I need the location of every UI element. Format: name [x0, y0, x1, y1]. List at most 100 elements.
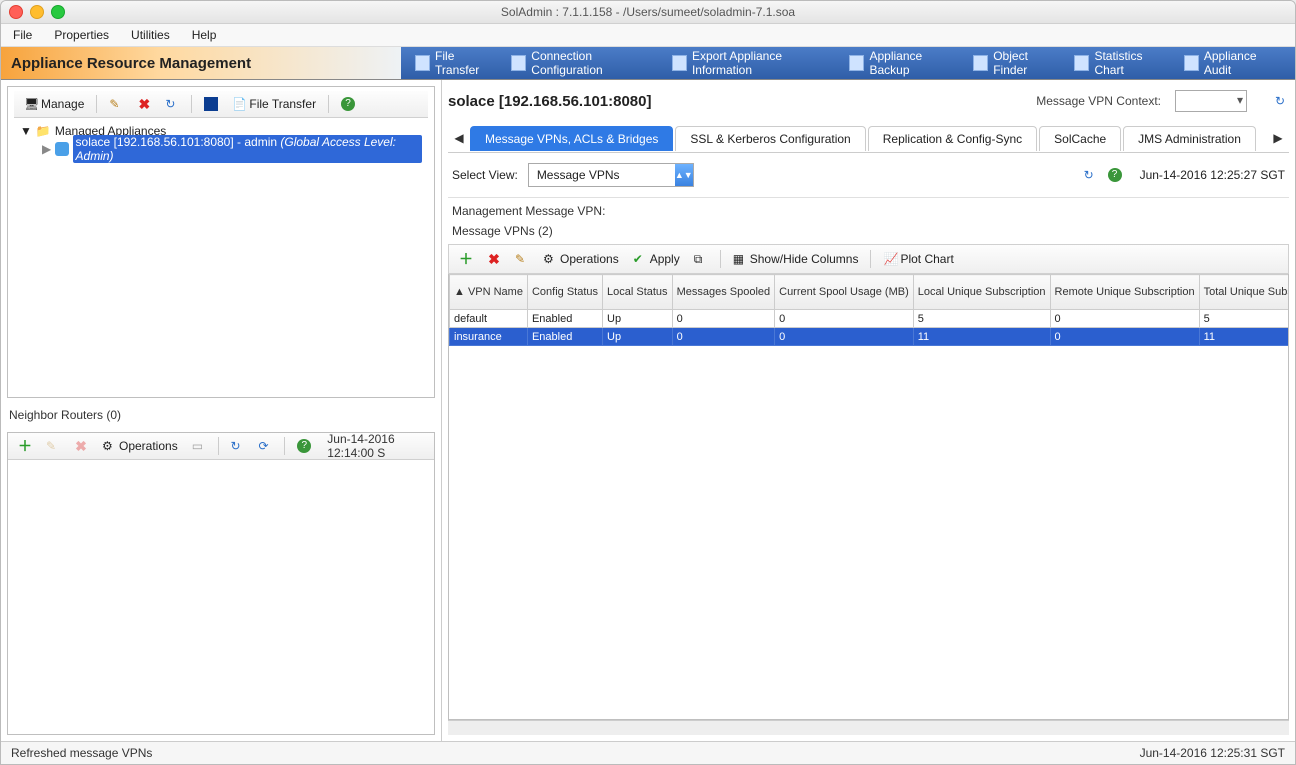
- col-messages-spooled[interactable]: Messages Spooled: [672, 275, 775, 310]
- refresh-all-button[interactable]: ⟳: [254, 437, 276, 455]
- refresh-icon: ↻: [165, 97, 179, 111]
- ribbon-export-appliance[interactable]: Export Appliance Information: [666, 45, 842, 81]
- folder-icon: 📁: [36, 124, 51, 138]
- tab-replication[interactable]: Replication & Config-Sync: [868, 126, 1037, 151]
- col-vpn-name[interactable]: ▲ VPN Name: [450, 275, 528, 310]
- vpn-table[interactable]: ▲ VPN Name Config Status Local Status Me…: [448, 274, 1289, 720]
- ribbon-title: Appliance Resource Management: [1, 47, 401, 79]
- menu-properties[interactable]: Properties: [54, 28, 109, 42]
- tree-node-solace[interactable]: ▶ solace [192.168.56.101:8080] - admin (…: [20, 140, 422, 158]
- zoom-window-button[interactable]: [51, 5, 65, 19]
- table-row[interactable]: insurance Enabled Up 0 0 11 0 11 1 0 0: [450, 328, 1290, 346]
- help-button[interactable]: ?: [337, 95, 359, 113]
- refresh-view-button[interactable]: ↻: [1084, 168, 1098, 182]
- col-local-unique-sub[interactable]: Local Unique Subscription: [913, 275, 1050, 310]
- menu-help[interactable]: Help: [192, 28, 217, 42]
- plus-icon: ＋: [18, 439, 32, 453]
- neighbor-timestamp: Jun-14-2016 12:14:00 S: [327, 432, 428, 460]
- export-icon: [672, 55, 687, 71]
- ribbon-object-finder[interactable]: Object Finder: [967, 45, 1066, 81]
- tab-scroll-right[interactable]: ▶: [1267, 131, 1289, 145]
- refresh-all-icon: ⟳: [258, 439, 272, 453]
- apply-button[interactable]: ✔Apply: [629, 250, 684, 268]
- copy-button[interactable]: ⧉: [690, 250, 712, 268]
- plot-chart-button[interactable]: 📈Plot Chart: [879, 250, 957, 268]
- file-transfer-small-icon: 📄: [232, 97, 246, 111]
- tab-message-vpns[interactable]: Message VPNs, ACLs & Bridges: [470, 126, 673, 151]
- appliance-toolbar: 🖥Manage ✎ ✖ ↻ 📄File Transfer ?: [14, 91, 428, 118]
- connection-icon: [511, 55, 526, 71]
- appliance-heading: solace [192.168.56.101:8080]: [448, 93, 652, 110]
- ribbon-appliance-audit[interactable]: Appliance Audit: [1178, 45, 1287, 81]
- ribbon-appliance-backup[interactable]: Appliance Backup: [843, 45, 965, 81]
- delete-vpn-button[interactable]: ✖: [483, 250, 505, 268]
- document-button[interactable]: ▭: [188, 437, 210, 455]
- terminal-button[interactable]: [200, 95, 222, 113]
- ribbon-file-transfer[interactable]: File Transfer: [409, 45, 503, 81]
- show-hide-columns-button[interactable]: ▦Show/Hide Columns: [729, 250, 863, 268]
- horizontal-scrollbar[interactable]: [448, 720, 1289, 735]
- status-message: Refreshed message VPNs: [11, 746, 152, 760]
- mgmt-vpn-label: Management Message VPN:: [448, 198, 1289, 224]
- combo-arrow-icon: ▲▼: [675, 164, 693, 186]
- vpn-count-label: Message VPNs (2): [448, 224, 1289, 244]
- select-view-label: Select View:: [452, 168, 518, 182]
- file-transfer-button[interactable]: 📄File Transfer: [228, 95, 320, 113]
- operations-vpn-button[interactable]: ⚙Operations: [539, 250, 623, 268]
- refresh-button[interactable]: ↻: [161, 95, 183, 113]
- menubar: File Properties Utilities Help: [1, 24, 1295, 47]
- edit-button[interactable]: ✎: [105, 95, 127, 113]
- status-timestamp: Jun-14-2016 12:25:31 SGT: [1140, 746, 1285, 760]
- refresh-icon: ↻: [230, 439, 244, 453]
- check-icon: ✔: [633, 252, 647, 266]
- select-view-combo[interactable]: Message VPNs ▲▼: [528, 163, 694, 187]
- appliance-tree[interactable]: ▼ 📁 Managed Appliances ▶ solace [192.168…: [14, 118, 428, 393]
- help-router-button[interactable]: ?: [293, 437, 315, 455]
- minimize-window-button[interactable]: [30, 5, 44, 19]
- ribbon-connection-config[interactable]: Connection Configuration: [505, 45, 664, 81]
- edit-vpn-button[interactable]: ✎: [511, 250, 533, 268]
- audit-icon: [1184, 55, 1199, 71]
- tab-solcache[interactable]: SolCache: [1039, 126, 1121, 151]
- table-row[interactable]: default Enabled Up 0 0 5 0 5 1 0 0: [450, 310, 1290, 328]
- refresh-context-button[interactable]: ↻: [1275, 94, 1289, 108]
- col-total-unique-sub[interactable]: Total Unique Subscription: [1199, 275, 1289, 310]
- tab-ssl-kerberos[interactable]: SSL & Kerberos Configuration: [675, 126, 865, 151]
- delete-icon: ✖: [487, 252, 501, 266]
- disclosure-triangle-icon[interactable]: ▶: [42, 142, 51, 156]
- vpn-context-select[interactable]: ▾: [1175, 90, 1247, 112]
- add-vpn-button[interactable]: ＋: [455, 250, 477, 268]
- disclosure-triangle-icon[interactable]: ▼: [20, 124, 32, 138]
- close-window-button[interactable]: [9, 5, 23, 19]
- tab-scroll-left[interactable]: ◀: [448, 131, 470, 145]
- refresh-router-button[interactable]: ↻: [226, 437, 248, 455]
- delete-router-button[interactable]: ✖: [70, 437, 92, 455]
- manage-button[interactable]: 🖥Manage: [20, 95, 88, 113]
- col-spool-usage[interactable]: Current Spool Usage (MB): [775, 275, 914, 310]
- help-view-button[interactable]: ?: [1108, 168, 1122, 182]
- delete-button[interactable]: ✖: [133, 95, 155, 113]
- tab-jms-admin[interactable]: JMS Administration: [1123, 126, 1256, 151]
- chart-icon: [1074, 55, 1089, 71]
- menu-file[interactable]: File: [13, 28, 32, 42]
- dropdown-arrow-icon: ▾: [1237, 93, 1243, 107]
- col-local-status[interactable]: Local Status: [603, 275, 673, 310]
- gear-icon: ⚙: [543, 252, 557, 266]
- edit-icon: ✎: [109, 97, 123, 111]
- select-view-value: Message VPNs: [529, 168, 675, 182]
- menu-utilities[interactable]: Utilities: [131, 28, 170, 42]
- edit-icon: ✎: [515, 252, 529, 266]
- edit-router-button[interactable]: ✎: [42, 437, 64, 455]
- ribbon-statistics-chart[interactable]: Statistics Chart: [1068, 45, 1175, 81]
- ribbon: Appliance Resource Management File Trans…: [1, 47, 1295, 80]
- col-config-status[interactable]: Config Status: [527, 275, 602, 310]
- operations-button[interactable]: ⚙Operations: [98, 437, 182, 455]
- add-router-button[interactable]: ＋: [14, 437, 36, 455]
- neighbor-toolbar: ＋ ✎ ✖ ⚙Operations ▭ ↻ ⟳ ? Jun-14-2016 12…: [8, 433, 434, 460]
- neighbor-routers-label: Neighbor Routers (0): [1, 404, 441, 426]
- neighbor-list: [8, 460, 434, 735]
- col-remote-unique-sub[interactable]: Remote Unique Subscription: [1050, 275, 1199, 310]
- view-timestamp: Jun-14-2016 12:25:27 SGT: [1140, 168, 1285, 182]
- table-header-row: ▲ VPN Name Config Status Local Status Me…: [450, 275, 1290, 310]
- help-icon: ?: [297, 439, 311, 453]
